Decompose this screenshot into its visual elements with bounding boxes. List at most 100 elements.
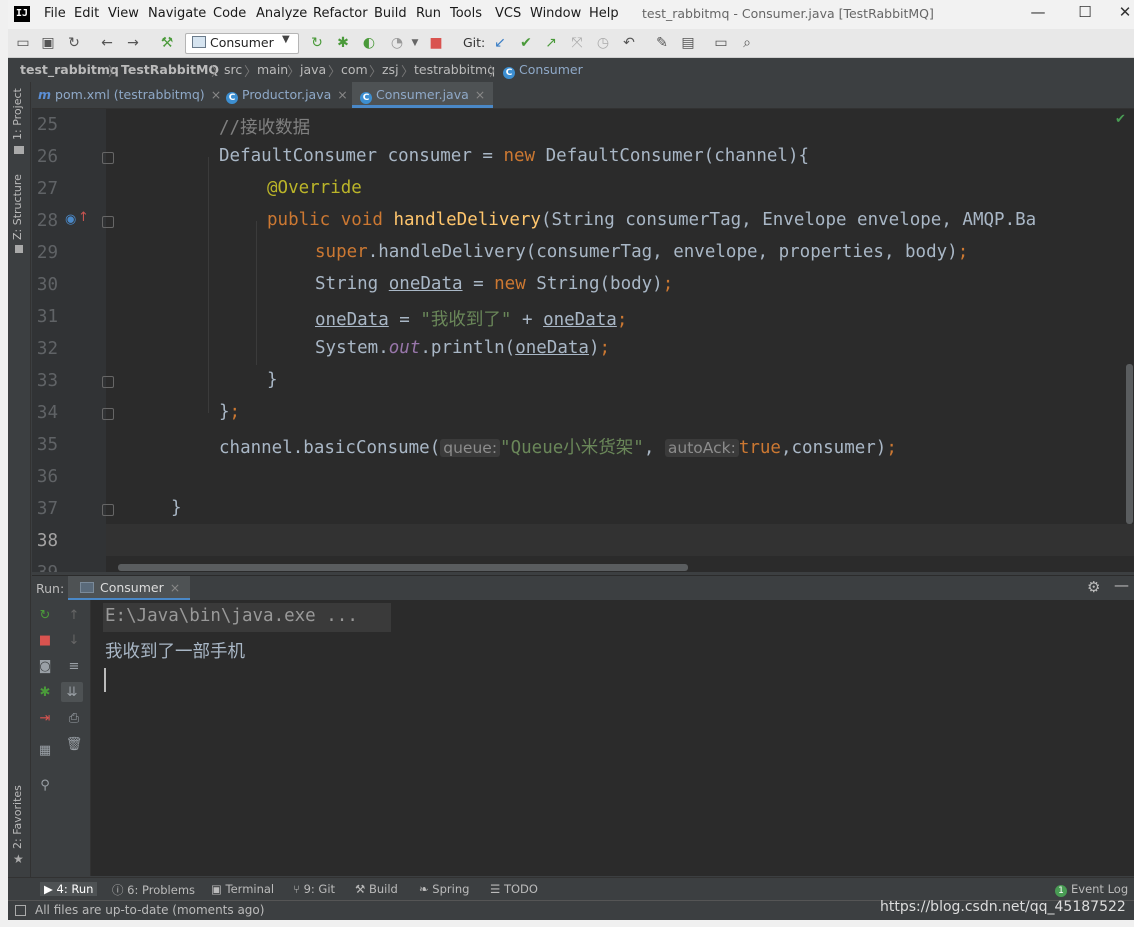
tool-tab-todo[interactable]: ☰ TODO [490,882,538,896]
forward-arrow-icon[interactable]: → [124,34,142,52]
menu-file[interactable]: File [44,6,66,21]
menu-analyze[interactable]: Analyze [256,6,307,21]
settings-wrench-icon[interactable]: ✎ [653,34,671,52]
code-editor[interactable]: 25 26 27 28 29 30 31 32 33 34 35 36 37 3… [32,109,1134,572]
line-number: 28 [36,211,58,231]
fold-marker[interactable] [102,216,114,228]
breadcrumb-package[interactable]: testrabbitmq [414,62,495,77]
tool-tab-build[interactable]: ⚒ Build [355,882,398,896]
fold-marker[interactable] [102,408,114,420]
tab-consumer-java[interactable]: C Consumer.java × [352,82,494,108]
tool-tab-spring[interactable]: ❧ Spring [419,882,469,896]
scroll-to-end-toggle[interactable]: ⇊ [61,682,83,702]
fold-marker[interactable] [102,152,114,164]
tab-productor-java[interactable]: C Productor.java × [226,82,348,108]
maximize-button[interactable]: ☐ [1075,3,1095,21]
coverage-icon[interactable]: ◐ [360,34,378,52]
menu-run[interactable]: Run [416,6,441,21]
close-icon[interactable]: × [211,87,221,102]
menu-navigate[interactable]: Navigate [148,6,206,21]
git-merge-icon[interactable]: ⤧ [568,34,586,52]
breadcrumb-com[interactable]: com [341,62,368,77]
line-number: 25 [36,115,58,135]
tool-tab-run[interactable]: ▶ 4: Run [40,882,98,896]
rollback-icon[interactable]: ↶ [620,34,638,52]
menu-vcs[interactable]: VCS [495,6,521,21]
git-commit-icon[interactable]: ✔ [517,34,535,52]
presentation-icon[interactable]: ▭ [712,34,730,52]
vertical-scrollbar[interactable] [1126,364,1133,524]
debug-icon[interactable]: ✱ [36,685,54,700]
scroll-up-icon[interactable]: ↑ [65,608,83,623]
build-hammer-icon[interactable]: ⚒ [158,34,176,52]
search-icon[interactable]: ⌕ [738,34,756,52]
menu-tools[interactable]: Tools [450,6,482,21]
save-icon[interactable]: ▣ [39,34,57,52]
implements-arrow-icon[interactable]: ↑ [78,210,89,225]
stop-icon[interactable]: ■ [427,34,445,52]
breadcrumb-java[interactable]: java [300,62,326,77]
menu-refactor[interactable]: Refactor [313,6,368,21]
close-icon[interactable]: × [475,87,485,102]
menu-view[interactable]: View [108,6,139,21]
override-marker-icon[interactable]: ◉ [65,212,76,227]
star-icon: ★ [13,852,24,866]
tool-tab-terminal[interactable]: ▣ Terminal [211,882,274,896]
fold-marker[interactable] [102,376,114,388]
tool-tab-git[interactable]: ⑂ 9: Git [293,882,335,896]
menu-build[interactable]: Build [374,6,407,21]
breadcrumb-main[interactable]: main [257,62,288,77]
breadcrumb-zsj[interactable]: zsj [382,62,399,77]
profile-icon[interactable]: ◔ [388,34,406,52]
run-tab-consumer[interactable]: Consumer × [68,576,191,601]
breadcrumb-separator: 〉 [369,65,383,80]
pin-icon[interactable]: ⚲ [36,778,54,793]
camera-icon[interactable]: ◙ [36,659,54,674]
rerun-icon[interactable]: ↻ [308,34,326,52]
close-icon[interactable]: × [170,580,180,595]
project-panel-button[interactable]: 1: Project [11,88,24,140]
ide-window: IJ File Edit View Navigate Code Analyze … [8,0,1134,920]
run-console[interactable]: E:\Java\bin\java.exe ... 我收到了一部手机 [91,600,1134,876]
menu-help[interactable]: Help [589,6,619,21]
breadcrumb-project[interactable]: test_rabbitmq [20,62,119,77]
structure-panel-button[interactable]: Z: Structure [11,174,24,240]
tool-tab-problems[interactable]: ⓘ 6: Problems [112,882,195,898]
stop-icon[interactable]: ■ [36,633,54,648]
profile-dropdown-icon[interactable]: ▼ [406,34,424,52]
run-config-dropdown[interactable]: Consumer ▼ [185,33,299,54]
breadcrumb-class[interactable]: C Consumer [503,62,583,79]
line-number: 29 [36,243,58,263]
minimize-button[interactable]: — [1028,3,1048,21]
sync-icon[interactable]: ↻ [65,34,83,52]
rerun-icon[interactable]: ↻ [36,608,54,623]
horizontal-scrollbar[interactable] [118,564,688,571]
layout-icon[interactable]: ▦ [36,743,54,758]
menu-window[interactable]: Window [530,6,581,21]
scroll-down-icon[interactable]: ↓ [65,633,83,648]
fold-marker[interactable] [102,504,114,516]
menu-edit[interactable]: Edit [74,6,99,21]
git-push-icon[interactable]: ↗ [542,34,560,52]
soft-wrap-icon[interactable]: ≡ [65,659,83,674]
hide-panel-icon[interactable]: — [1114,576,1129,594]
print-icon[interactable]: ⎙ [65,711,83,726]
project-structure-icon[interactable]: ▤ [679,34,697,52]
panel-toggle-icon[interactable] [15,905,26,916]
event-log-button[interactable]: 1 Event Log [1055,882,1128,897]
favorites-panel-button[interactable]: 2: Favorites [11,785,24,849]
close-button[interactable]: ✕ [1115,3,1134,21]
close-icon[interactable]: × [337,87,347,102]
open-folder-icon[interactable]: ▭ [14,34,32,52]
debug-icon[interactable]: ✱ [334,34,352,52]
gear-icon[interactable]: ⚙ [1087,578,1100,596]
breadcrumb-module[interactable]: TestRabbitMQ [121,62,219,77]
exit-icon[interactable]: ⇥ [36,711,54,726]
trash-icon[interactable]: 🗑 [65,737,83,752]
breadcrumb-src[interactable]: src [224,62,242,77]
git-update-icon[interactable]: ↙ [491,34,509,52]
history-icon[interactable]: ◷ [594,34,612,52]
back-arrow-icon[interactable]: ← [98,34,116,52]
tab-pom-xml[interactable]: m pom.xml (testrabbitmq) × [38,82,221,108]
menu-code[interactable]: Code [213,6,246,21]
